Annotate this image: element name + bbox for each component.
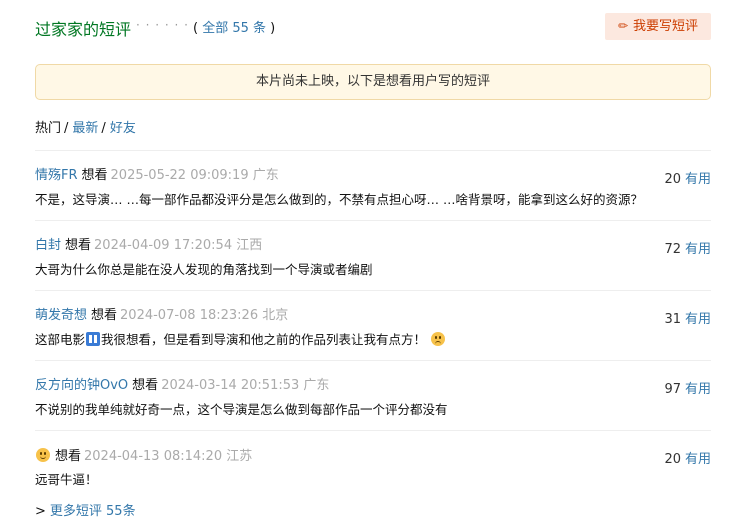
section-header: 过家家的短评 · · · · · · ( 全部 55 条 ) ✏ 我要写短评 — [35, 0, 711, 55]
tab-separator: / — [101, 121, 106, 136]
comment-text-part: 这部电影 — [35, 332, 86, 347]
comment-time: 2024-03-14 20:51:53 广东 — [161, 378, 330, 393]
comment-user[interactable]: 白封 — [35, 238, 61, 253]
comment-vote: 20 有用 — [664, 448, 711, 467]
comment-text-part: 我很想看，但是看到导演和他之前的作品列表让我有点方！ — [101, 332, 427, 347]
comment-meta: 情殇FR 想看 2025-05-22 09:09:19 广东 — [35, 168, 279, 183]
comment-rating: 想看 — [55, 449, 82, 464]
comment-rating: 想看 — [132, 378, 159, 393]
comment-meta: 反方向的钟OvO 想看 2024-03-14 20:51:53 广东 — [35, 378, 329, 393]
more-comments: > 更多短评 55条 — [35, 500, 136, 519]
comment-item: 萌发奇想 想看 2024-07-08 18:23:26 北京 31 有用 这部电影 我很… — [35, 290, 711, 360]
comment-item: 想看 2024-04-13 08:14:20 江苏 20 有用 远哥牛逼！ — [35, 430, 711, 500]
comment-rating: 想看 — [81, 168, 108, 183]
useful-button[interactable]: 有用 — [685, 312, 711, 327]
comment-item: 白封 想看 2024-04-09 17:20:54 江西 72 有用 大哥为什么你总是… — [35, 220, 711, 290]
pencil-icon: ✏ — [617, 19, 629, 33]
vote-count: 20 — [664, 452, 681, 467]
comment-item: 情殇FR 想看 2025-05-22 09:09:19 广东 20 有用 不是，这导演… — [35, 150, 711, 220]
comment-vote: 72 有用 — [664, 238, 711, 257]
comment-rating: 想看 — [91, 308, 118, 323]
vote-count: 72 — [664, 242, 681, 257]
comments-section: 过家家的短评 · · · · · · ( 全部 55 条 ) ✏ 我要写短评 本片… — [35, 0, 711, 519]
comment-content: 远哥牛逼！ — [35, 472, 98, 487]
useful-button[interactable]: 有用 — [685, 172, 711, 187]
comment-time: 2024-07-08 18:23:26 北京 — [120, 308, 289, 323]
more-comments-link[interactable]: 更多短评 55条 — [50, 504, 136, 519]
comment-vote: 20 有用 — [664, 168, 711, 187]
comment-item: 反方向的钟OvO 想看 2024-03-14 20:51:53 广东 97 有用 不说… — [35, 360, 711, 430]
useful-button[interactable]: 有用 — [685, 242, 711, 257]
tab-friends[interactable]: 好友 — [110, 121, 136, 136]
comment-list: 情殇FR 想看 2025-05-22 09:09:19 广东 20 有用 不是，这导演… — [35, 150, 711, 500]
tab-separator: / — [64, 121, 69, 136]
write-review-label: 我要写短评 — [633, 19, 699, 34]
sad-face-emoji-icon — [431, 332, 446, 346]
comment-count: ( 全部 55 条 ) — [193, 17, 275, 36]
smiley-avatar-icon[interactable] — [36, 448, 50, 462]
write-review-button[interactable]: ✏ 我要写短评 — [605, 13, 711, 40]
comment-vote: 97 有用 — [664, 378, 711, 397]
useful-button[interactable]: 有用 — [685, 452, 711, 467]
vote-count: 20 — [664, 172, 681, 187]
comment-user[interactable]: 萌发奇想 — [35, 308, 87, 323]
tab-latest[interactable]: 最新 — [72, 121, 98, 136]
count-close-paren: ) — [270, 21, 276, 36]
title-dots: · · · · · · — [136, 18, 189, 32]
comment-content: 大哥为什么你总是能在没人发现的角落找到一个导演或者编剧 — [35, 262, 373, 277]
comment-content: 不说别的我单纯就好奇一点，这个导演是怎么做到每部作品一个评分都没有 — [35, 402, 448, 417]
comment-content: 不是，这导演… …每一部作品都没评分是怎么做到的，不禁有点担心呀… …啥背景呀，… — [35, 192, 643, 207]
comment-time: 2024-04-13 08:14:20 江苏 — [84, 449, 253, 464]
comment-meta: 萌发奇想 想看 2024-07-08 18:23:26 北京 — [35, 308, 288, 323]
comment-user[interactable]: 情殇FR — [35, 168, 78, 183]
sort-tabs: 热门 / 最新 / 好友 — [35, 117, 136, 136]
unreleased-notice: 本片尚未上映，以下是想看用户写的短评 — [35, 64, 711, 100]
comment-meta: 想看 2024-04-13 08:14:20 江苏 — [35, 448, 252, 464]
film-emoji-icon — [86, 332, 101, 346]
count-open-paren: ( — [193, 21, 199, 36]
tab-hot[interactable]: 热门 — [35, 121, 61, 136]
vote-count: 31 — [664, 312, 681, 327]
useful-button[interactable]: 有用 — [685, 382, 711, 397]
comment-meta: 白封 想看 2024-04-09 17:20:54 江西 — [35, 238, 262, 253]
section-title: 过家家的短评 — [35, 20, 132, 39]
vote-count: 97 — [664, 382, 681, 397]
comment-time: 2025-05-22 09:09:19 广东 — [110, 168, 279, 183]
comment-vote: 31 有用 — [664, 308, 711, 327]
more-arrow: > — [35, 504, 46, 519]
comment-rating: 想看 — [65, 238, 92, 253]
comment-time: 2024-04-09 17:20:54 江西 — [94, 238, 263, 253]
comment-user[interactable]: 反方向的钟OvO — [35, 378, 128, 393]
comment-content: 这部电影 我很想看，但是看到导演和他之前的作品列表让我有点方！ — [35, 329, 695, 348]
all-comments-link[interactable]: 全部 55 条 — [202, 21, 266, 36]
